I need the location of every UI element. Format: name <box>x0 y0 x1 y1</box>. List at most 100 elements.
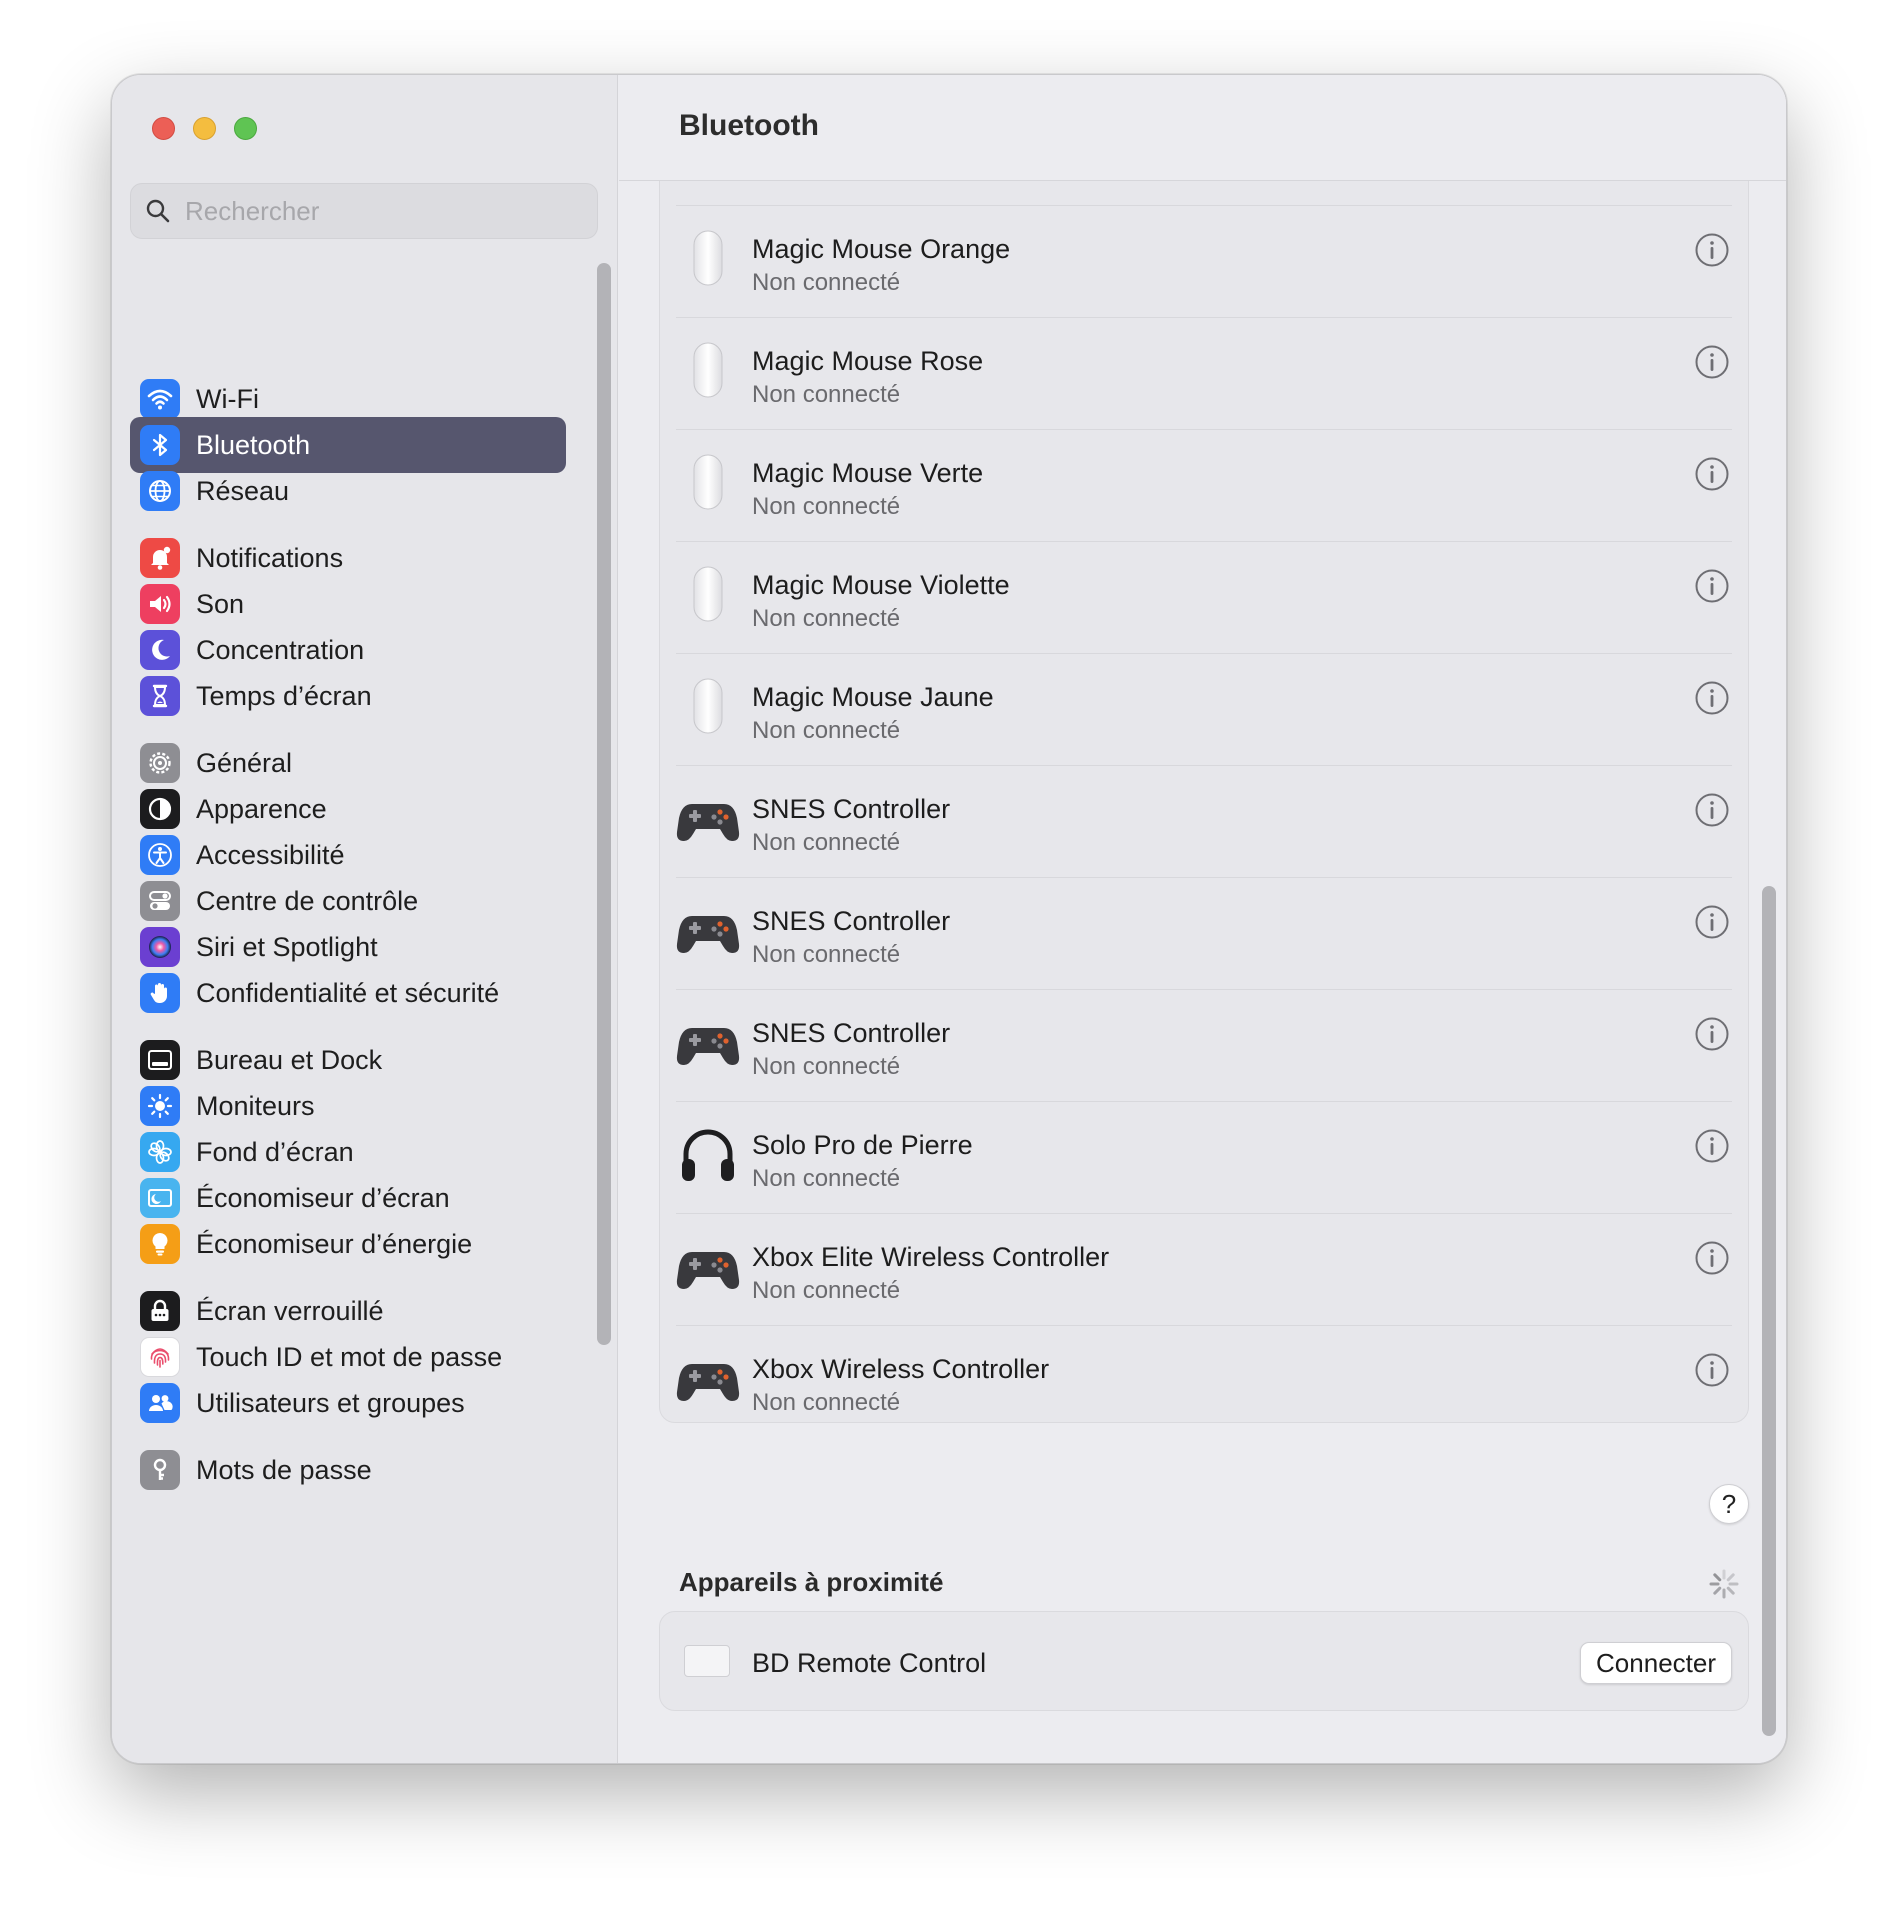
device-row[interactable]: Magic Mouse Verte Non connecté <box>676 430 1732 542</box>
search-icon <box>146 199 170 223</box>
content-scroll-area[interactable]: Non connecté Magic Mouse Orange Non connec… <box>619 181 1786 1763</box>
info-icon[interactable] <box>1694 1128 1730 1164</box>
info-icon[interactable] <box>1694 1240 1730 1276</box>
gamepad-icon <box>676 1010 740 1074</box>
bluetooth-icon <box>140 425 180 465</box>
users-icon <box>140 1383 180 1423</box>
device-row[interactable]: SNES Controller Non connecté <box>676 990 1732 1102</box>
sidebar-item-label: Mots de passe <box>196 1454 372 1485</box>
gamepad-icon <box>676 1234 740 1298</box>
device-name: Magic Mouse Jaune <box>752 682 994 712</box>
toggles-icon <box>140 881 180 921</box>
settings-window: Wi-Fi Bluetooth Réseau Notifications Son Conc… <box>111 74 1787 1764</box>
sun-icon <box>140 1086 180 1126</box>
info-icon[interactable] <box>1694 904 1730 940</box>
hand-icon <box>140 973 180 1013</box>
speaker-icon <box>140 584 180 624</box>
info-icon[interactable] <box>1694 680 1730 716</box>
minimize-button[interactable] <box>193 117 216 140</box>
device-name: Magic Mouse Rose <box>752 346 984 376</box>
flower-icon <box>140 1132 180 1172</box>
sidebar-item-label: Accessibilité <box>196 839 345 870</box>
search-input[interactable] <box>185 195 585 227</box>
wifi-icon <box>140 379 180 419</box>
sidebar-item-hand[interactable]: Confidentialité et sécurité <box>130 965 566 1021</box>
sidebar-item-key[interactable]: Mots de passe <box>130 1442 566 1498</box>
sidebar-item-label: Centre de contrôle <box>196 885 419 916</box>
device-status: Non connecté <box>752 717 901 744</box>
sidebar-item-users[interactable]: Utilisateurs et groupes <box>130 1375 566 1431</box>
sidebar: Wi-Fi Bluetooth Réseau Notifications Son Conc… <box>112 75 618 1763</box>
sidebar-item-label: Bluetooth <box>196 429 311 460</box>
search-field[interactable] <box>130 183 598 239</box>
info-icon[interactable] <box>1694 1352 1730 1388</box>
nearby-section-title: Appareils à proximité <box>679 1567 944 1597</box>
moon-icon <box>140 630 180 670</box>
info-icon[interactable] <box>1694 232 1730 268</box>
sidebar-item-globe[interactable]: Réseau <box>130 463 566 519</box>
main-pane: Bluetooth Non connectéMagic Mouse Orange… <box>619 75 1786 1763</box>
appearance-icon <box>140 789 180 829</box>
device-status: Non connecté <box>752 1389 901 1416</box>
device-row[interactable]: Magic Mouse Violette Non connecté <box>676 542 1732 654</box>
sidebar-item-label: Utilisateurs et groupes <box>196 1387 465 1418</box>
info-icon[interactable] <box>1694 456 1730 492</box>
headphones-icon <box>676 1122 740 1186</box>
device-status: Non connecté <box>752 829 901 856</box>
device-row[interactable]: Solo Pro de Pierre Non connecté <box>676 1102 1732 1214</box>
info-icon[interactable] <box>1694 568 1730 604</box>
gamepad-icon <box>676 1346 740 1410</box>
sidebar-item-hourglass[interactable]: Temps d’écran <box>130 668 566 724</box>
sidebar-item-label: Général <box>196 747 293 778</box>
mouse-icon <box>676 226 740 290</box>
device-row[interactable]: Xbox Elite Wireless Controller Non connec… <box>676 1214 1732 1326</box>
device-row[interactable]: SNES Controller Non connecté <box>676 766 1732 878</box>
device-status: Non connecté <box>752 381 901 408</box>
device-list: Non connecté Magic Mouse Orange Non connec… <box>659 181 1749 1423</box>
globe-icon <box>140 471 180 511</box>
device-row[interactable]: Xbox Wireless Controller Non connecté <box>676 1326 1732 1438</box>
sidebar-item-bulb[interactable]: Économiseur d’énergie <box>130 1216 566 1272</box>
device-name: SNES Controller <box>752 1018 951 1048</box>
info-icon[interactable] <box>1694 1016 1730 1052</box>
sidebar-item-label: Réseau <box>196 475 290 506</box>
device-status: Non connecté <box>752 941 901 968</box>
device-name: Magic Mouse Verte <box>752 458 984 488</box>
sidebar-item-label: Fond d’écran <box>196 1136 354 1167</box>
device-row[interactable]: Non connecté <box>676 181 1732 206</box>
connect-button[interactable]: Connecter <box>1580 1642 1732 1684</box>
close-button[interactable] <box>152 117 175 140</box>
sidebar-item-label: Économiseur d’énergie <box>196 1228 473 1259</box>
sidebar-item-label: Siri et Spotlight <box>196 931 378 962</box>
main-scrollbar[interactable] <box>1762 886 1776 1736</box>
sidebar-item-label: Bureau et Dock <box>196 1044 383 1075</box>
device-row[interactable]: Magic Mouse Rose Non connecté <box>676 318 1732 430</box>
sidebar-item-label: Notifications <box>196 542 344 573</box>
page-title: Bluetooth <box>679 109 819 142</box>
sidebar-item-label: Son <box>196 588 245 619</box>
device-row[interactable]: SNES Controller Non connecté <box>676 878 1732 990</box>
device-status: Non connecté <box>752 269 901 296</box>
info-icon[interactable] <box>1694 792 1730 828</box>
lock-icon <box>140 1291 180 1331</box>
zoom-button[interactable] <box>234 117 257 140</box>
device-status: Non connecté <box>752 605 901 632</box>
device-name: Xbox Elite Wireless Controller <box>752 1242 1110 1272</box>
mouse-icon <box>676 674 740 738</box>
accessibility-icon <box>140 835 180 875</box>
info-icon[interactable] <box>1694 344 1730 380</box>
device-name: SNES Controller <box>752 794 951 824</box>
hourglass-icon <box>140 676 180 716</box>
device-name: Solo Pro de Pierre <box>752 1130 973 1160</box>
sidebar-scrollbar[interactable] <box>597 263 611 1345</box>
device-row[interactable]: Magic Mouse Orange Non connecté <box>676 206 1732 318</box>
gamepad-icon <box>676 786 740 850</box>
help-button[interactable]: ? <box>1709 1484 1749 1524</box>
sidebar-item-label: Moniteurs <box>196 1090 315 1121</box>
nearby-device-name: BD Remote Control <box>752 1648 987 1678</box>
nearby-device-row: BD Remote Control Connecter <box>659 1611 1749 1711</box>
sidebar-item-label: Wi-Fi <box>196 383 259 414</box>
device-name: Magic Mouse Violette <box>752 570 1010 600</box>
device-row[interactable]: Magic Mouse Jaune Non connecté <box>676 654 1732 766</box>
gamepad-icon <box>676 898 740 962</box>
